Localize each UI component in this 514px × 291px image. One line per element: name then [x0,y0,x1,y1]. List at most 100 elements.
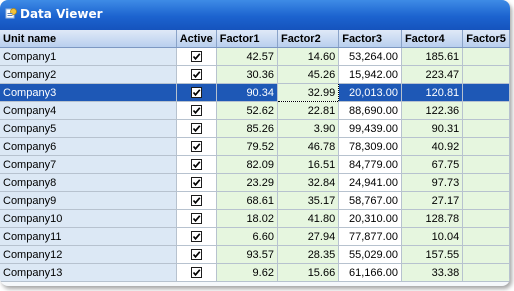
factor2-cell[interactable]: 46.78 [277,137,340,156]
table-row[interactable]: Company10 18.02 41.80 20,310.00 128.78 [0,209,510,228]
factor2-cell[interactable]: 16.51 [277,155,340,174]
active-checkbox[interactable] [190,105,202,117]
unit-name-cell[interactable]: Company2 [0,65,177,84]
factor3-cell[interactable]: 77,877.00 [338,227,402,246]
factor4-cell[interactable]: 157.55 [401,245,464,264]
factor3-cell[interactable]: 84,779.00 [338,155,402,174]
unit-name-cell[interactable]: Company4 [0,101,177,120]
factor1-cell[interactable]: 52.62 [216,101,278,120]
column-header-unit-name[interactable]: Unit name [0,30,177,48]
factor1-cell[interactable]: 79.52 [216,137,278,156]
factor2-cell[interactable]: 45.26 [277,65,340,84]
factor1-cell[interactable]: 82.09 [216,155,278,174]
factor3-cell[interactable]: 24,941.00 [338,173,402,192]
factor5-cell[interactable] [462,65,510,84]
table-row[interactable]: Company4 52.62 22.81 88,690.00 122.36 [0,101,510,120]
unit-name-cell[interactable]: Company12 [0,245,177,264]
table-row[interactable]: Company5 85.26 3.90 99,439.00 90.31 [0,119,510,138]
active-cell[interactable] [176,101,217,120]
active-checkbox[interactable] [190,213,202,225]
factor4-cell[interactable]: 40.92 [401,137,464,156]
factor4-cell[interactable]: 10.04 [401,227,464,246]
factor5-cell[interactable] [462,227,510,246]
factor4-cell[interactable]: 223.47 [401,65,464,84]
active-cell[interactable] [176,83,217,102]
table-row[interactable]: Company1 42.57 14.60 53,264.00 185.61 [0,47,510,66]
column-header-factor1[interactable]: Factor1 [216,30,278,48]
factor5-cell[interactable] [462,173,510,192]
active-checkbox[interactable] [190,195,202,207]
factor1-cell[interactable]: 85.26 [216,119,278,138]
factor3-cell[interactable]: 88,690.00 [338,101,402,120]
factor5-cell[interactable] [462,209,510,228]
table-row[interactable]: Company6 79.52 46.78 78,309.00 40.92 [0,137,510,156]
factor3-cell[interactable]: 78,309.00 [338,137,402,156]
factor1-cell[interactable]: 30.36 [216,65,278,84]
unit-name-cell[interactable]: Company11 [0,227,177,246]
active-checkbox[interactable] [190,51,202,63]
column-header-factor2[interactable]: Factor2 [277,30,340,48]
factor3-cell[interactable]: 53,264.00 [338,47,402,66]
factor4-cell[interactable]: 122.36 [401,101,464,120]
factor1-cell[interactable]: 68.61 [216,191,278,210]
active-cell[interactable] [176,227,217,246]
factor2-cell[interactable]: 15.66 [277,263,340,282]
factor1-cell[interactable]: 42.57 [216,47,278,66]
factor5-cell[interactable] [462,155,510,174]
factor3-cell[interactable]: 58,767.00 [338,191,402,210]
column-header-factor3[interactable]: Factor3 [338,30,402,48]
factor5-cell[interactable] [462,263,510,282]
table-row[interactable]: Company8 23.29 32.84 24,941.00 97.73 [0,173,510,192]
factor4-cell[interactable]: 67.75 [401,155,464,174]
factor1-cell[interactable]: 9.62 [216,263,278,282]
active-checkbox[interactable] [190,141,202,153]
factor2-cell[interactable]: 32.99 [276,83,340,102]
unit-name-cell[interactable]: Company8 [0,173,177,192]
factor2-cell[interactable]: 14.60 [277,47,340,66]
factor2-cell[interactable]: 35.17 [277,191,340,210]
factor5-cell[interactable] [462,137,510,156]
active-cell[interactable] [176,263,217,282]
active-cell[interactable] [176,173,217,192]
active-checkbox[interactable] [190,87,202,99]
active-checkbox[interactable] [190,69,202,81]
table-row[interactable]: Company3 90.34 32.99 20,013.00 120.81 [0,83,510,102]
factor1-cell[interactable]: 93.57 [216,245,278,264]
factor4-cell[interactable]: 27.17 [401,191,464,210]
active-checkbox[interactable] [190,231,202,243]
factor2-cell[interactable]: 28.35 [277,245,340,264]
unit-name-cell[interactable]: Company3 [0,83,177,102]
factor3-cell[interactable]: 20,310.00 [338,209,402,228]
table-row[interactable]: Company9 68.61 35.17 58,767.00 27.17 [0,191,510,210]
column-header-factor4[interactable]: Factor4 [401,30,464,48]
active-cell[interactable] [176,65,217,84]
column-header-factor5[interactable]: Factor5 [462,30,510,48]
factor1-cell[interactable]: 6.60 [216,227,278,246]
factor3-cell[interactable]: 55,029.00 [338,245,402,264]
factor4-cell[interactable]: 33.38 [401,263,464,282]
factor2-cell[interactable]: 32.84 [277,173,340,192]
table-row[interactable]: Company2 30.36 45.26 15,942.00 223.47 [0,65,510,84]
factor5-cell[interactable] [462,47,510,66]
data-grid[interactable]: Unit name Active Factor1 Factor2 Factor3… [0,30,510,286]
title-bar[interactable]: Data Viewer [0,0,510,30]
factor2-cell[interactable]: 27.94 [277,227,340,246]
active-cell[interactable] [176,191,217,210]
unit-name-cell[interactable]: Company9 [0,191,177,210]
active-cell[interactable] [176,209,217,228]
factor4-cell[interactable]: 97.73 [401,173,464,192]
active-checkbox[interactable] [190,123,202,135]
active-checkbox[interactable] [190,267,202,279]
factor2-cell[interactable]: 3.90 [277,119,340,138]
active-checkbox[interactable] [190,159,202,171]
factor4-cell[interactable]: 185.61 [401,47,464,66]
factor3-cell[interactable]: 20,013.00 [338,83,402,102]
factor5-cell[interactable] [462,245,510,264]
active-cell[interactable] [176,137,217,156]
table-row[interactable]: Company13 9.62 15.66 61,166.00 33.38 [0,263,510,282]
factor1-cell[interactable]: 18.02 [216,209,278,228]
factor3-cell[interactable]: 99,439.00 [338,119,402,138]
table-row[interactable]: Company11 6.60 27.94 77,877.00 10.04 [0,227,510,246]
unit-name-cell[interactable]: Company5 [0,119,177,138]
factor1-cell[interactable]: 23.29 [216,173,278,192]
